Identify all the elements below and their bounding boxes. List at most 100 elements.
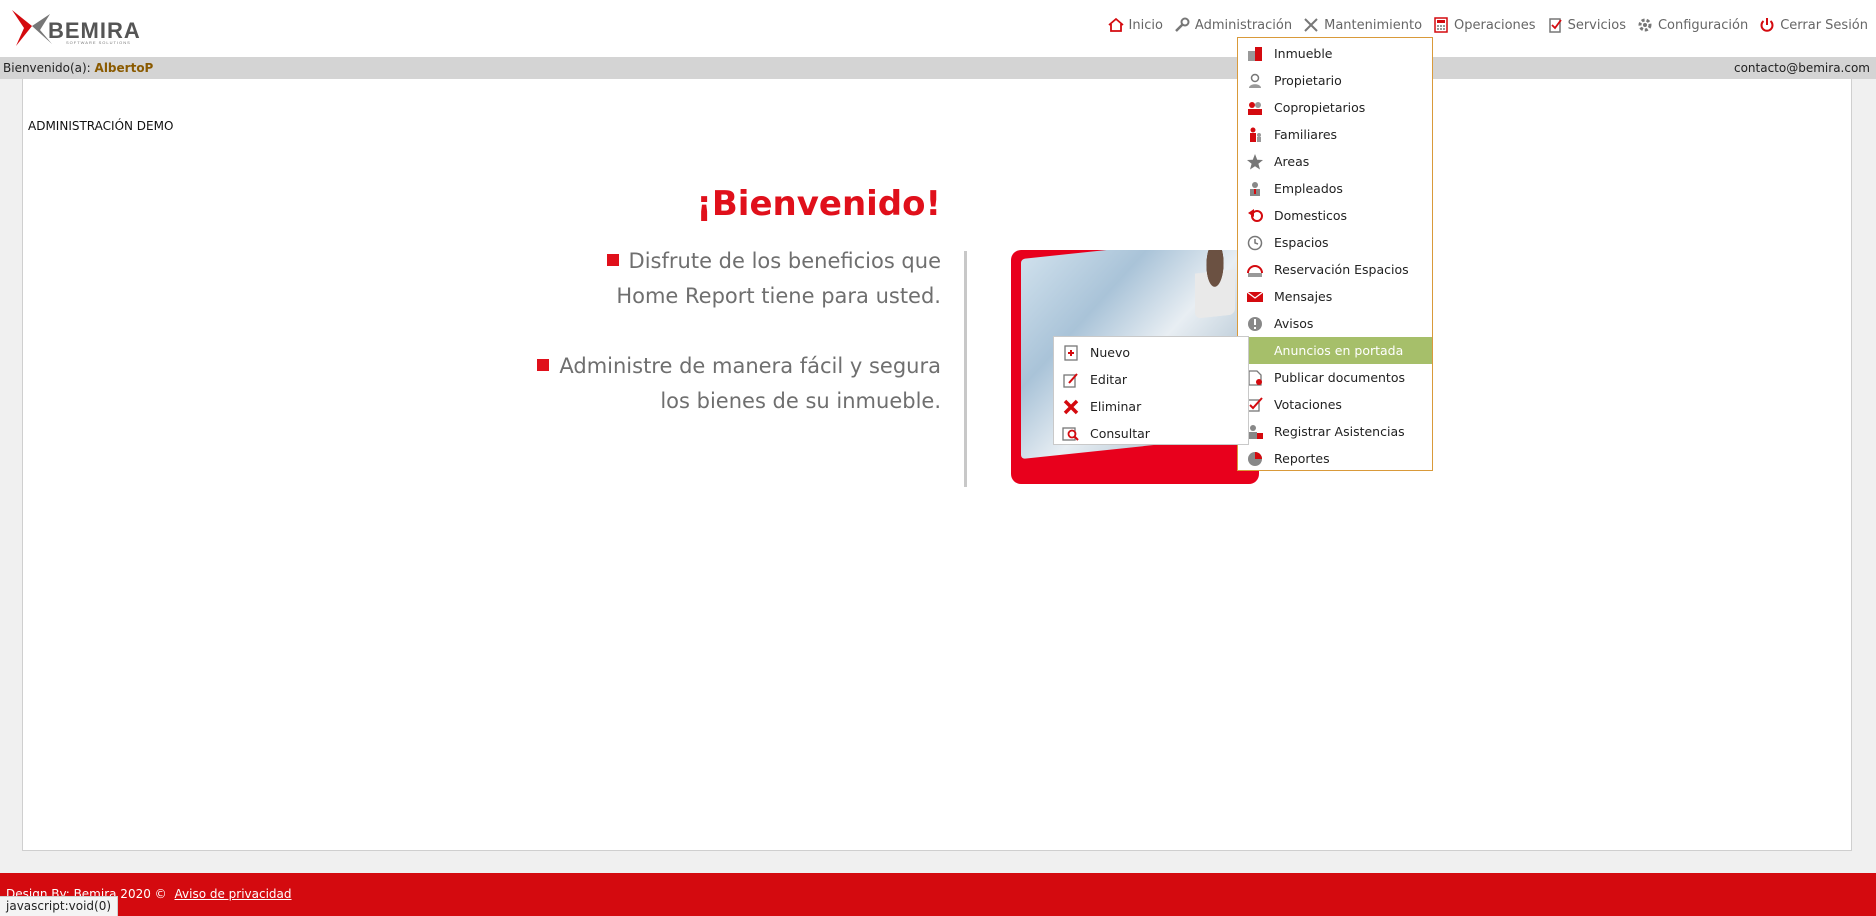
dd-item-espacios[interactable]: Espacios — [1238, 229, 1432, 256]
dd-item-anuncios-en-portada[interactable]: Anuncios en portada — [1238, 337, 1432, 364]
pie-chart-icon — [1248, 451, 1262, 466]
sub-item-consultar[interactable]: Consultar — [1054, 420, 1248, 447]
dd-item-avisos[interactable]: Avisos — [1238, 310, 1432, 337]
dd-item-publicar-documentos[interactable]: Publicar documentos — [1238, 364, 1432, 391]
tools-icon — [1304, 18, 1318, 32]
employee-icon — [1250, 181, 1260, 196]
businessman-figure — [1195, 250, 1235, 319]
footer: Design By: Bemira 2020 © Aviso de privac… — [0, 873, 1876, 916]
nav-operaciones-label: Operaciones — [1454, 17, 1536, 33]
nav-servicios-label: Servicios — [1567, 17, 1626, 33]
dd-item-registrar-asistencias[interactable]: Registrar Asistencias — [1238, 418, 1432, 445]
star-icon — [1247, 153, 1263, 169]
co-owners-icon — [1248, 101, 1262, 115]
sub-item-label: Consultar — [1090, 426, 1150, 441]
contact-email: contacto@bemira.com — [1733, 61, 1870, 75]
dd-item-label: Avisos — [1274, 316, 1314, 331]
dd-item-copropietarios[interactable]: Copropietarios — [1238, 94, 1432, 121]
vertical-divider — [964, 251, 967, 487]
dd-item-label: Espacios — [1274, 235, 1329, 250]
main-content: ADMINISTRACIÓN DEMO ¡Bienvenido! Disfrut… — [22, 79, 1852, 851]
power-icon — [1760, 18, 1774, 32]
domestic-icon — [1248, 208, 1263, 222]
delete-icon — [1063, 399, 1079, 414]
sub-item-nuevo[interactable]: Nuevo — [1054, 339, 1248, 366]
dd-item-reportes[interactable]: Reportes — [1238, 445, 1432, 472]
administracion-dropdown: Inmueble Propietario Copropietarios Fami… — [1237, 37, 1433, 471]
dd-item-inmueble[interactable]: Inmueble — [1238, 40, 1432, 67]
dd-item-label: Registrar Asistencias — [1274, 424, 1405, 439]
nav-cerrar-sesion[interactable]: Cerrar Sesión — [1758, 16, 1868, 34]
red-square-bullet-icon — [537, 359, 550, 371]
anuncios-submenu: Nuevo Editar Eliminar Consultar — [1053, 336, 1249, 445]
sub-item-eliminar[interactable]: Eliminar — [1054, 393, 1248, 420]
benefit-text-1-line1: Disfrute de los beneficios que — [628, 249, 941, 273]
main-nav: Inicio Administración Mantenimiento Oper… — [1097, 14, 1868, 36]
dd-item-areas[interactable]: Areas — [1238, 148, 1432, 175]
alert-icon — [1248, 316, 1262, 331]
sub-item-label: Nuevo — [1090, 345, 1131, 360]
nav-administracion-label: Administración — [1194, 17, 1293, 33]
privacy-link[interactable]: Aviso de privacidad — [175, 887, 292, 901]
dd-item-familiares[interactable]: Familiares — [1238, 121, 1432, 148]
admin-title: ADMINISTRACIÓN DEMO — [28, 119, 174, 133]
dd-item-label: Votaciones — [1274, 397, 1342, 412]
logo-subtitle: SOFTWARE SOLUTIONS — [66, 40, 131, 45]
sub-item-label: Editar — [1090, 372, 1128, 387]
nav-configuracion[interactable]: Configuración — [1636, 16, 1748, 34]
dd-item-label: Domesticos — [1274, 208, 1348, 223]
dd-item-label: Mensajes — [1274, 289, 1333, 304]
bemira-logo[interactable]: BEMIRA SOFTWARE SOLUTIONS — [10, 6, 140, 50]
welcome-username: AlbertoP — [94, 61, 154, 75]
benefit-text-1-line2: Home Report tiene para usted. — [616, 284, 941, 308]
sub-item-label: Eliminar — [1090, 399, 1142, 414]
welcome-heading: ¡Bienvenido! — [696, 184, 941, 224]
sub-item-editar[interactable]: Editar — [1054, 366, 1248, 393]
dd-item-empleados[interactable]: Empleados — [1238, 175, 1432, 202]
dd-item-domesticos[interactable]: Domesticos — [1238, 202, 1432, 229]
dd-item-reservacion-espacios[interactable]: Reservación Espacios — [1238, 256, 1432, 283]
dd-item-label: Publicar documentos — [1274, 370, 1405, 385]
wrench-icon — [1175, 17, 1190, 32]
dd-item-label: Familiares — [1274, 127, 1338, 142]
reservation-icon — [1247, 264, 1263, 277]
benefit-text-2: Administre de manera fácil y segura los … — [537, 349, 941, 419]
clipboard-icon — [1548, 18, 1562, 33]
clock-icon — [1247, 235, 1263, 250]
nav-cerrar-sesion-label: Cerrar Sesión — [1780, 17, 1868, 33]
nav-inicio-label: Inicio — [1128, 17, 1163, 33]
gear-icon — [1638, 18, 1652, 32]
nav-configuracion-label: Configuración — [1657, 17, 1749, 33]
header: BEMIRA SOFTWARE SOLUTIONS Inicio Adminis… — [0, 0, 1876, 57]
nav-administracion[interactable]: Administración — [1173, 16, 1292, 34]
nav-mantenimiento[interactable]: Mantenimiento — [1302, 16, 1422, 34]
dd-item-label: Inmueble — [1274, 46, 1333, 61]
nav-inicio[interactable]: Inicio — [1107, 16, 1163, 34]
envelope-icon — [1246, 291, 1264, 302]
nav-servicios[interactable]: Servicios — [1546, 16, 1626, 34]
owner-icon — [1249, 73, 1261, 88]
dd-item-propietario[interactable]: Propietario — [1238, 67, 1432, 94]
dd-item-label: Anuncios en portada — [1274, 343, 1404, 358]
status-bar-url: javascript:void(0) — [0, 896, 119, 916]
dd-item-label: Reservación Espacios — [1274, 262, 1409, 277]
building-icon — [1248, 46, 1262, 61]
dd-item-label: Areas — [1274, 154, 1310, 169]
benefit-text-2-line1: Administre de manera fácil y segura — [559, 354, 941, 378]
dd-item-votaciones[interactable]: Votaciones — [1238, 391, 1432, 418]
new-icon — [1064, 344, 1078, 361]
dd-item-label: Propietario — [1274, 73, 1342, 88]
nav-operaciones[interactable]: Operaciones — [1432, 16, 1536, 34]
welcome-prefix: Bienvenido(a): — [3, 61, 91, 75]
dd-item-mensajes[interactable]: Mensajes — [1238, 283, 1432, 310]
edit-icon — [1063, 372, 1078, 388]
welcome-message: Bienvenido(a): AlbertoP — [3, 57, 153, 79]
home-icon — [1107, 17, 1124, 32]
calculator-icon — [1434, 17, 1448, 33]
welcome-bar: Bienvenido(a): AlbertoP contacto@bemira.… — [0, 57, 1876, 79]
nav-mantenimiento-label: Mantenimiento — [1324, 17, 1423, 33]
search-icon — [1062, 426, 1079, 441]
dd-item-label: Reportes — [1274, 451, 1330, 466]
red-square-bullet-icon — [606, 254, 619, 266]
benefit-text-1: Disfrute de los beneficios que Home Repo… — [606, 244, 941, 314]
